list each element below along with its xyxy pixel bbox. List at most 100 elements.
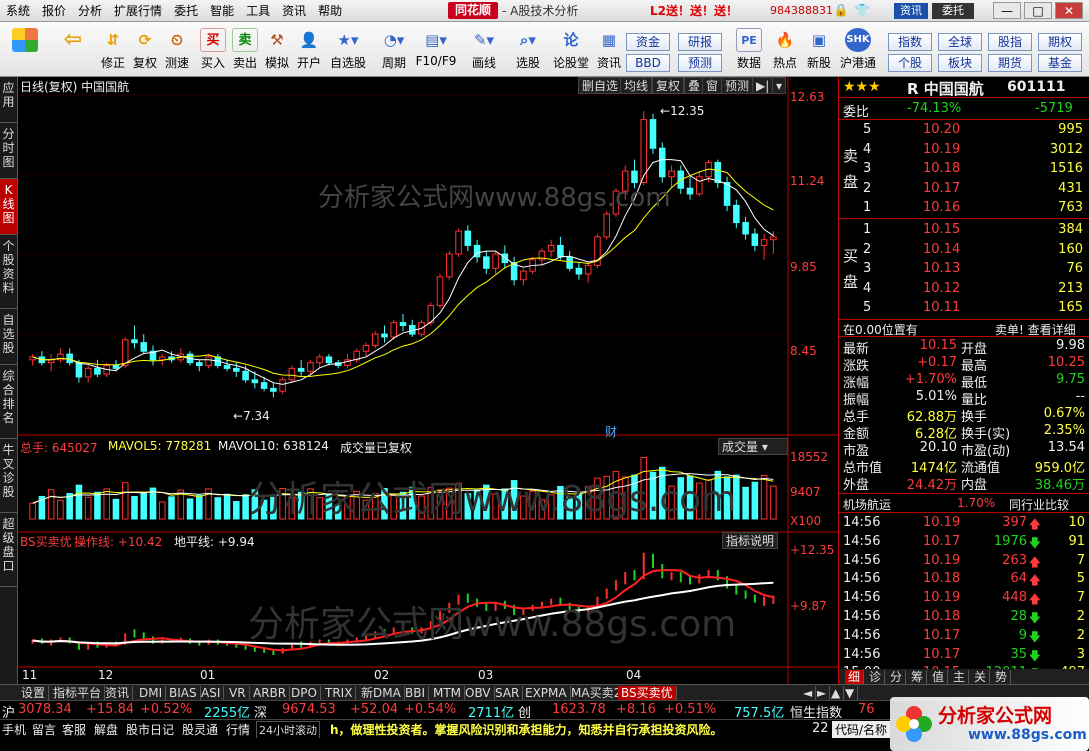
- sidebar-tab-watchlist[interactable]: 自选股: [0, 309, 17, 365]
- menu-item-tools[interactable]: 工具: [240, 0, 276, 22]
- toolbar-forum-button[interactable]: 论论股堂: [552, 28, 590, 71]
- toolbar-hot-button[interactable]: 🔥 热点: [768, 28, 802, 71]
- toolbar-f10-button[interactable]: ▤▾ F10/F9: [414, 28, 458, 68]
- toolbar-draw-button[interactable]: ✎▾ 画线: [464, 28, 504, 71]
- toolbar-speed-button[interactable]: ⏲ 测速: [160, 28, 194, 71]
- indicator-tab[interactable]: BBI: [402, 686, 430, 700]
- indicator-tab[interactable]: BS买卖优: [618, 686, 677, 700]
- maximize-icon[interactable]: □: [1024, 2, 1052, 19]
- indicator-tab[interactable]: OBV: [462, 686, 495, 700]
- sidebar-tab-timeshare[interactable]: 分时图: [0, 123, 17, 179]
- ask-price[interactable]: 10.17: [923, 181, 960, 196]
- quote-tab[interactable]: 诊: [866, 670, 886, 684]
- bid-price[interactable]: 10.11: [923, 300, 960, 315]
- indicator-tab[interactable]: DMI: [136, 686, 167, 700]
- service-link-analysis[interactable]: 解盘: [94, 721, 118, 738]
- shirt-icon[interactable]: 👕: [853, 1, 871, 19]
- toolbar-news-button[interactable]: ▦ 资讯: [592, 28, 626, 71]
- bbd-button[interactable]: BBD: [626, 54, 670, 72]
- trade-mini-button[interactable]: 委托: [932, 3, 974, 19]
- quote-tab[interactable]: 关: [971, 670, 991, 684]
- research-button[interactable]: 研报: [678, 33, 722, 51]
- chart-button-forecast[interactable]: 预测: [721, 77, 754, 94]
- menu-item-help[interactable]: 帮助: [312, 0, 348, 22]
- sector-name[interactable]: 机场航运: [843, 496, 891, 513]
- indicator-tab[interactable]: DPO: [288, 686, 321, 700]
- chart-button-del-watch[interactable]: 删自选: [578, 77, 623, 94]
- chart-dropdown-icon[interactable]: ▾: [772, 77, 787, 94]
- sidebar-tab-app[interactable]: 应用: [0, 77, 17, 123]
- indicator-tab[interactable]: MA买卖2: [568, 686, 626, 700]
- service-link-diary[interactable]: 股市日记: [126, 721, 174, 738]
- sector-button[interactable]: 板块: [938, 54, 982, 72]
- chart-collapse-icon[interactable]: ▶|: [752, 77, 774, 94]
- service-link-support[interactable]: 客服: [62, 721, 86, 738]
- lock-icon[interactable]: 🔒: [832, 1, 850, 19]
- indicator-tab[interactable]: SAR: [492, 686, 524, 700]
- toolbar-period-button[interactable]: ◔▾ 周期: [374, 28, 414, 71]
- toolbar-stock-picker-button[interactable]: ⌕▾ 选股: [508, 28, 548, 71]
- indicator-tab[interactable]: BIAS: [166, 686, 201, 700]
- bid-price[interactable]: 10.12: [923, 281, 960, 296]
- index-button[interactable]: 指数: [888, 33, 932, 51]
- close-icon[interactable]: ✕: [1055, 2, 1083, 19]
- toolbar-back-button[interactable]: ⇦: [56, 28, 90, 54]
- quote-tab[interactable]: 主: [950, 670, 970, 684]
- quote-tab[interactable]: 筹: [908, 670, 928, 684]
- menu-item-smart[interactable]: 智能: [204, 0, 240, 22]
- stock-index-button[interactable]: 股指: [988, 33, 1032, 51]
- financial-marker[interactable]: 财: [605, 423, 617, 440]
- kline-chart-area[interactable]: 日线(复权) 中国国航 删自选 均线 复权 叠 窗 预测 ▶| ▾ 12.63 …: [18, 77, 838, 684]
- quote-tab[interactable]: 值: [929, 670, 949, 684]
- menu-item-news[interactable]: 资讯: [276, 0, 312, 22]
- service-link-gulingtong[interactable]: 股灵通: [182, 721, 218, 738]
- sidebar-tab-profile[interactable]: 个股资料: [0, 235, 17, 309]
- chart-button-restore[interactable]: 复权: [652, 77, 685, 94]
- toolbar-sell-button[interactable]: 卖卖出: [228, 28, 262, 71]
- funds-button[interactable]: 基金: [1038, 54, 1082, 72]
- vol-indicator-selector[interactable]: 成交量 ▾: [718, 438, 788, 455]
- service-link-quote[interactable]: 行情: [226, 721, 250, 738]
- indicator-tab[interactable]: 资讯: [102, 686, 134, 700]
- menu-item-quote[interactable]: 报价: [36, 0, 72, 22]
- toolbar-fix-button[interactable]: ⇵ 修正: [96, 28, 130, 71]
- service-link-message[interactable]: 留言: [32, 721, 56, 738]
- single-stock-button[interactable]: 个股: [888, 54, 932, 72]
- indicator-tab[interactable]: TRIX: [322, 686, 357, 700]
- toolbar-buy-button[interactable]: 买买入: [196, 28, 230, 71]
- chart-button-overlay[interactable]: 叠: [684, 77, 705, 94]
- menu-item-trade[interactable]: 委托: [168, 0, 204, 22]
- quote-tab[interactable]: 分: [887, 670, 907, 684]
- toolbar-new-stock-button[interactable]: ▣ 新股: [802, 28, 836, 71]
- news-mini-button[interactable]: 资讯: [894, 3, 928, 19]
- chart-button-window[interactable]: 窗: [702, 77, 723, 94]
- toolbar-watchlist-button[interactable]: ★▾ 自选股: [328, 28, 368, 71]
- ask-price[interactable]: 10.16: [923, 200, 960, 215]
- forecast-button[interactable]: 预测: [678, 54, 722, 72]
- ask-price[interactable]: 10.19: [923, 142, 960, 157]
- indicator-tab[interactable]: VR: [226, 686, 250, 700]
- futures-button[interactable]: 期货: [988, 54, 1032, 72]
- toolbar-open-account-button[interactable]: 👤 开户: [292, 28, 326, 71]
- sidebar-tab-super-book[interactable]: 超级盘口: [0, 513, 17, 587]
- toolbar-sim-button[interactable]: ⚒ 模拟: [260, 28, 294, 71]
- menu-item-analysis[interactable]: 分析: [72, 0, 108, 22]
- indicator-tab[interactable]: MTM: [430, 686, 466, 700]
- bid-price[interactable]: 10.13: [923, 261, 960, 276]
- indicator-tab[interactable]: 指标平台: [50, 686, 106, 700]
- ask-price[interactable]: 10.18: [923, 161, 960, 176]
- quote-tab[interactable]: 细: [845, 670, 865, 684]
- toolbar-restore-button[interactable]: ⟳ 复权: [128, 28, 162, 71]
- promo-link[interactable]: L2送！送！送！: [650, 0, 738, 22]
- scroll-24h-button[interactable]: 24小时滚动: [256, 721, 320, 739]
- sidebar-tab-ranking[interactable]: 综合排名: [0, 365, 17, 439]
- chart-button-ma[interactable]: 均线: [620, 77, 653, 94]
- indicator-tab[interactable]: ARBR: [250, 686, 291, 700]
- indicator-tab[interactable]: 设置: [18, 686, 50, 700]
- toolbar-windows-button[interactable]: [8, 28, 42, 54]
- quote-tab[interactable]: 势: [992, 670, 1012, 684]
- toolbar-data-button[interactable]: PE 数据: [732, 28, 766, 71]
- fund-button[interactable]: 资金: [626, 33, 670, 51]
- toolbar-shhk-button[interactable]: SHK 沪港通: [838, 28, 878, 71]
- menu-item-system[interactable]: 系统: [0, 0, 36, 22]
